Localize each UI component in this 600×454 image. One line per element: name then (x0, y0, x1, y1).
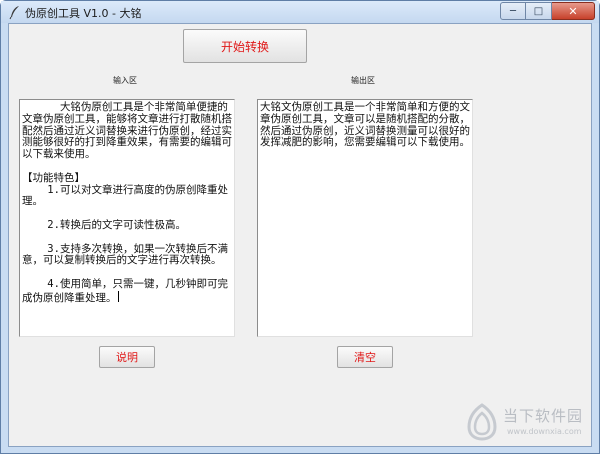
input-text: 大铭伪原创工具是个非常简单便捷的文章伪原创工具，能够将文章进行打散随机搭配然后通… (22, 101, 232, 304)
input-area-label: 输入区 (113, 76, 137, 85)
window-title: 伪原创工具 V1.0 - 大铭 (25, 7, 142, 20)
output-area-label: 输出区 (351, 76, 375, 85)
title-bar[interactable]: 伪原创工具 V1.0 - 大铭 ─ □ ✕ (1, 1, 599, 23)
clear-button[interactable]: 清空 (337, 346, 393, 368)
help-button[interactable]: 说明 (99, 346, 155, 368)
window-controls: ─ □ ✕ (500, 2, 595, 20)
output-textarea[interactable]: 大铭文伪原创工具是一个非常简单和方便的文章伪原创工具，文章可以是随机搭配的分散，… (257, 99, 473, 337)
app-window: 伪原创工具 V1.0 - 大铭 ─ □ ✕ 开始转换 输入区 输出区 大铭伪原创… (0, 0, 600, 454)
input-textarea[interactable]: 大铭伪原创工具是个非常简单便捷的文章伪原创工具，能够将文章进行打散随机搭配然后通… (19, 99, 235, 337)
start-convert-button[interactable]: 开始转换 (183, 29, 307, 63)
watermark-logo-icon (467, 403, 497, 441)
maximize-button[interactable]: □ (526, 2, 552, 20)
text-caret (117, 290, 119, 302)
minimize-button[interactable]: ─ (500, 2, 526, 20)
close-button[interactable]: ✕ (552, 2, 595, 20)
client-area: 开始转换 输入区 输出区 大铭伪原创工具是个非常简单便捷的文章伪原创工具，能够将… (8, 23, 592, 447)
watermark: 当下软件园 www.downxia.com (465, 403, 591, 449)
output-text: 大铭文伪原创工具是一个非常简单和方便的文章伪原创工具，文章可以是随机搭配的分散，… (260, 101, 470, 149)
feather-icon (9, 6, 19, 20)
watermark-title: 当下软件园 (503, 407, 584, 425)
watermark-url: www.downxia.com (507, 427, 582, 436)
